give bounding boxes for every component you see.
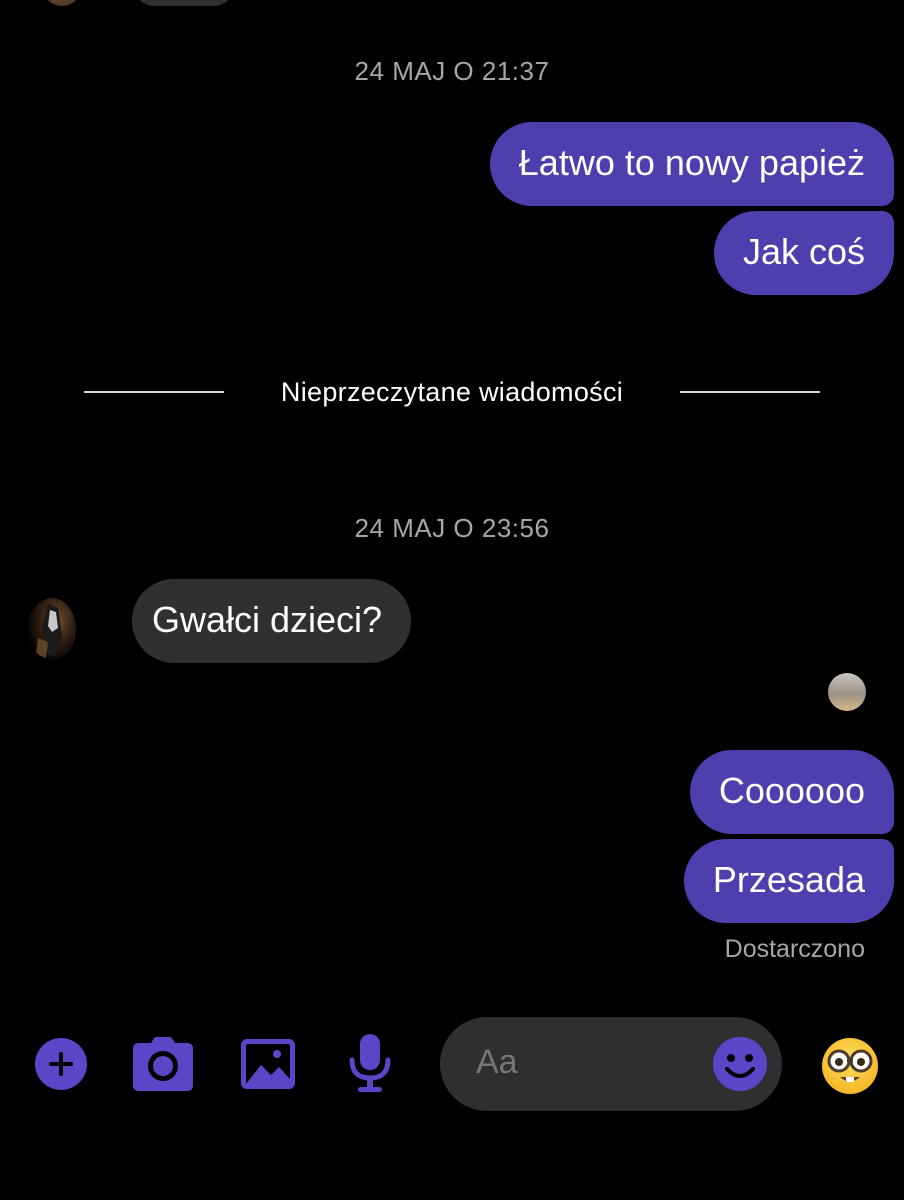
outgoing-message[interactable]: Przesada [683,839,894,923]
camera-button[interactable] [133,1034,193,1094]
message-input[interactable] [476,1043,696,1082]
divider-line [83,391,224,393]
contact-avatar[interactable] [28,598,76,660]
timestamp: 24 MAJ O 21:37 [354,56,550,86]
add-button[interactable] [31,1034,91,1094]
gallery-button[interactable] [238,1034,298,1094]
message-composer[interactable] [440,1017,782,1111]
timestamp: 24 MAJ O 23:56 [354,513,550,543]
unread-divider: Nieprzeczytane wiadomości [0,377,904,407]
message-bubble-partial[interactable] [132,0,236,6]
message-text: Łatwo to nowy papież [518,142,865,183]
contact-avatar-partial[interactable] [42,0,82,6]
message-text: Coooooo [718,770,865,811]
divider-line [680,391,821,393]
smiley-icon[interactable] [713,1037,767,1091]
outgoing-message[interactable]: Łatwo to nowy papież [489,122,894,206]
unread-divider-label: Nieprzeczytane wiadomości [280,376,624,407]
message-text: Gwałci dzieci? [152,599,383,640]
message-text: Jak coś [742,231,865,272]
outgoing-message[interactable]: Jak coś [713,211,894,295]
plus-circle-icon [35,1038,87,1090]
nerd-face-emoji-icon[interactable] [820,1036,880,1096]
voice-button[interactable] [340,1034,400,1094]
image-icon [241,1039,295,1089]
message-text: Przesada [712,859,865,900]
seen-indicator-avatar [828,673,866,711]
incoming-message[interactable]: Gwałci dzieci? [132,579,412,663]
delivery-status: Dostarczono [724,935,865,963]
avatar-image [36,604,62,658]
microphone-icon [349,1034,391,1092]
camera-icon [133,1037,193,1091]
outgoing-message[interactable]: Coooooo [689,750,894,834]
